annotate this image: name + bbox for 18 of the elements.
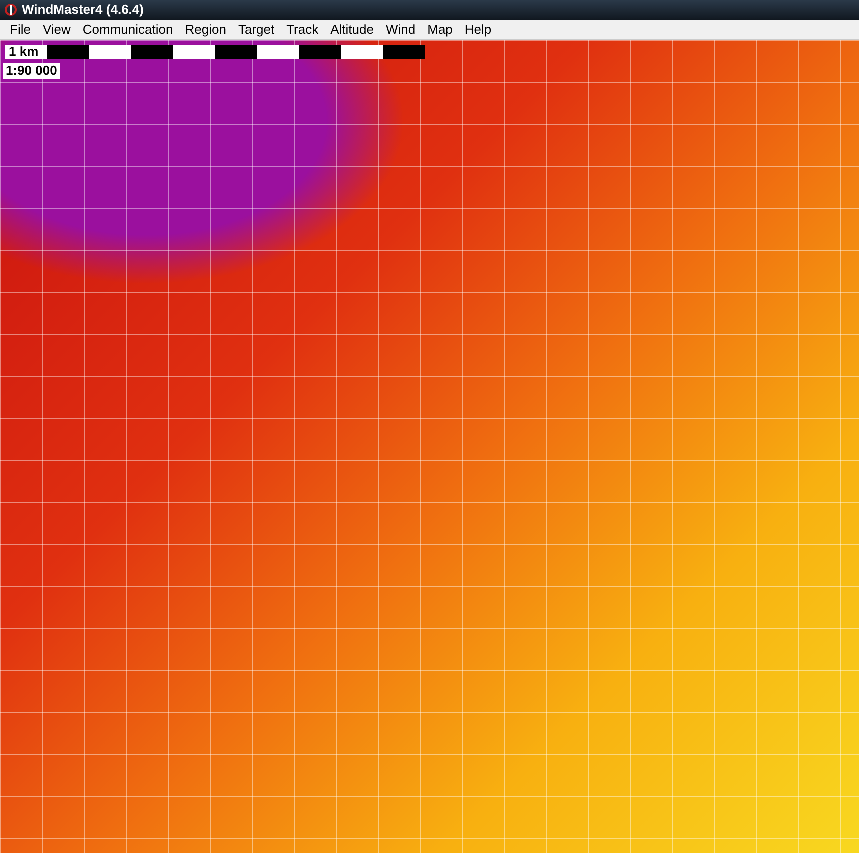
menu-item[interactable]: Communication — [76, 20, 180, 38]
menu-item[interactable]: Help — [458, 20, 498, 38]
menu-item[interactable]: File — [4, 20, 37, 38]
scale-bar-label: 1 km — [5, 45, 47, 59]
menu-item[interactable]: Wind — [380, 20, 422, 38]
menu-item[interactable]: View — [36, 20, 77, 38]
app-icon — [4, 3, 18, 17]
scale-bar-segment — [341, 45, 383, 59]
menu-item[interactable]: Region — [179, 20, 232, 38]
menu-item[interactable]: Track — [280, 20, 325, 38]
scale-bar-segment — [173, 45, 215, 59]
scale-bar-segment — [257, 45, 299, 59]
menu-item[interactable]: Target — [232, 20, 281, 38]
scale-bar-segment — [89, 45, 131, 59]
scale-ratio: 1:90 000 — [3, 63, 60, 79]
menu-item[interactable]: Altitude — [324, 20, 380, 38]
menu-item[interactable]: Map — [422, 20, 459, 38]
window-title: WindMaster4 (4.6.4) — [22, 1, 144, 20]
